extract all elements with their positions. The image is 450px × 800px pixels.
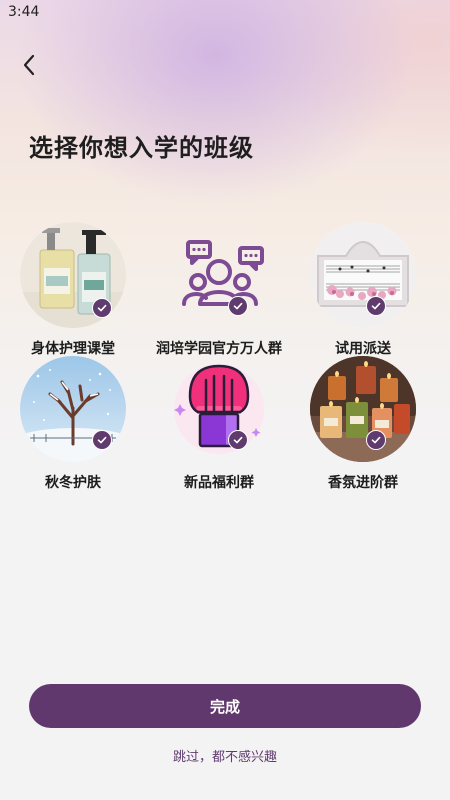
class-grid: 身体护理课堂 润培学园官方万人群 试用派送 秋冬护肤 新品福利群 香氛进阶群 <box>0 0 450 520</box>
winter-tree-image <box>20 356 126 462</box>
class-item-new-products[interactable]: 新品福利群 <box>146 356 296 496</box>
class-item-body-care[interactable]: 身体护理课堂 <box>0 222 150 362</box>
check-icon <box>366 296 386 316</box>
class-item-label: 香氛进阶群 <box>328 475 398 491</box>
class-item-label: 试用派送 <box>335 341 391 357</box>
class-item-label: 新品福利群 <box>184 475 254 491</box>
done-button[interactable]: 完成 <box>29 684 421 728</box>
makeup-brush-icon <box>166 356 272 462</box>
group-people-chat-icon <box>166 222 272 328</box>
class-item-trial[interactable]: 试用派送 <box>290 222 440 362</box>
check-icon <box>366 430 386 450</box>
check-icon <box>228 296 248 316</box>
class-item-official-group[interactable]: 润培学园官方万人群 <box>146 222 296 362</box>
class-item-autumn-winter[interactable]: 秋冬护肤 <box>0 356 150 496</box>
music-sheet-image <box>310 222 416 328</box>
scented-candles-image <box>310 356 416 462</box>
class-item-label: 身体护理课堂 <box>31 341 115 357</box>
class-item-fragrance[interactable]: 香氛进阶群 <box>290 356 440 496</box>
check-icon <box>92 430 112 450</box>
class-item-label: 润培学园官方万人群 <box>156 341 282 357</box>
class-item-label: 秋冬护肤 <box>45 475 101 491</box>
skip-link[interactable]: 跳过，都不感兴趣 <box>0 746 450 765</box>
check-icon <box>92 298 112 318</box>
check-icon <box>228 430 248 450</box>
